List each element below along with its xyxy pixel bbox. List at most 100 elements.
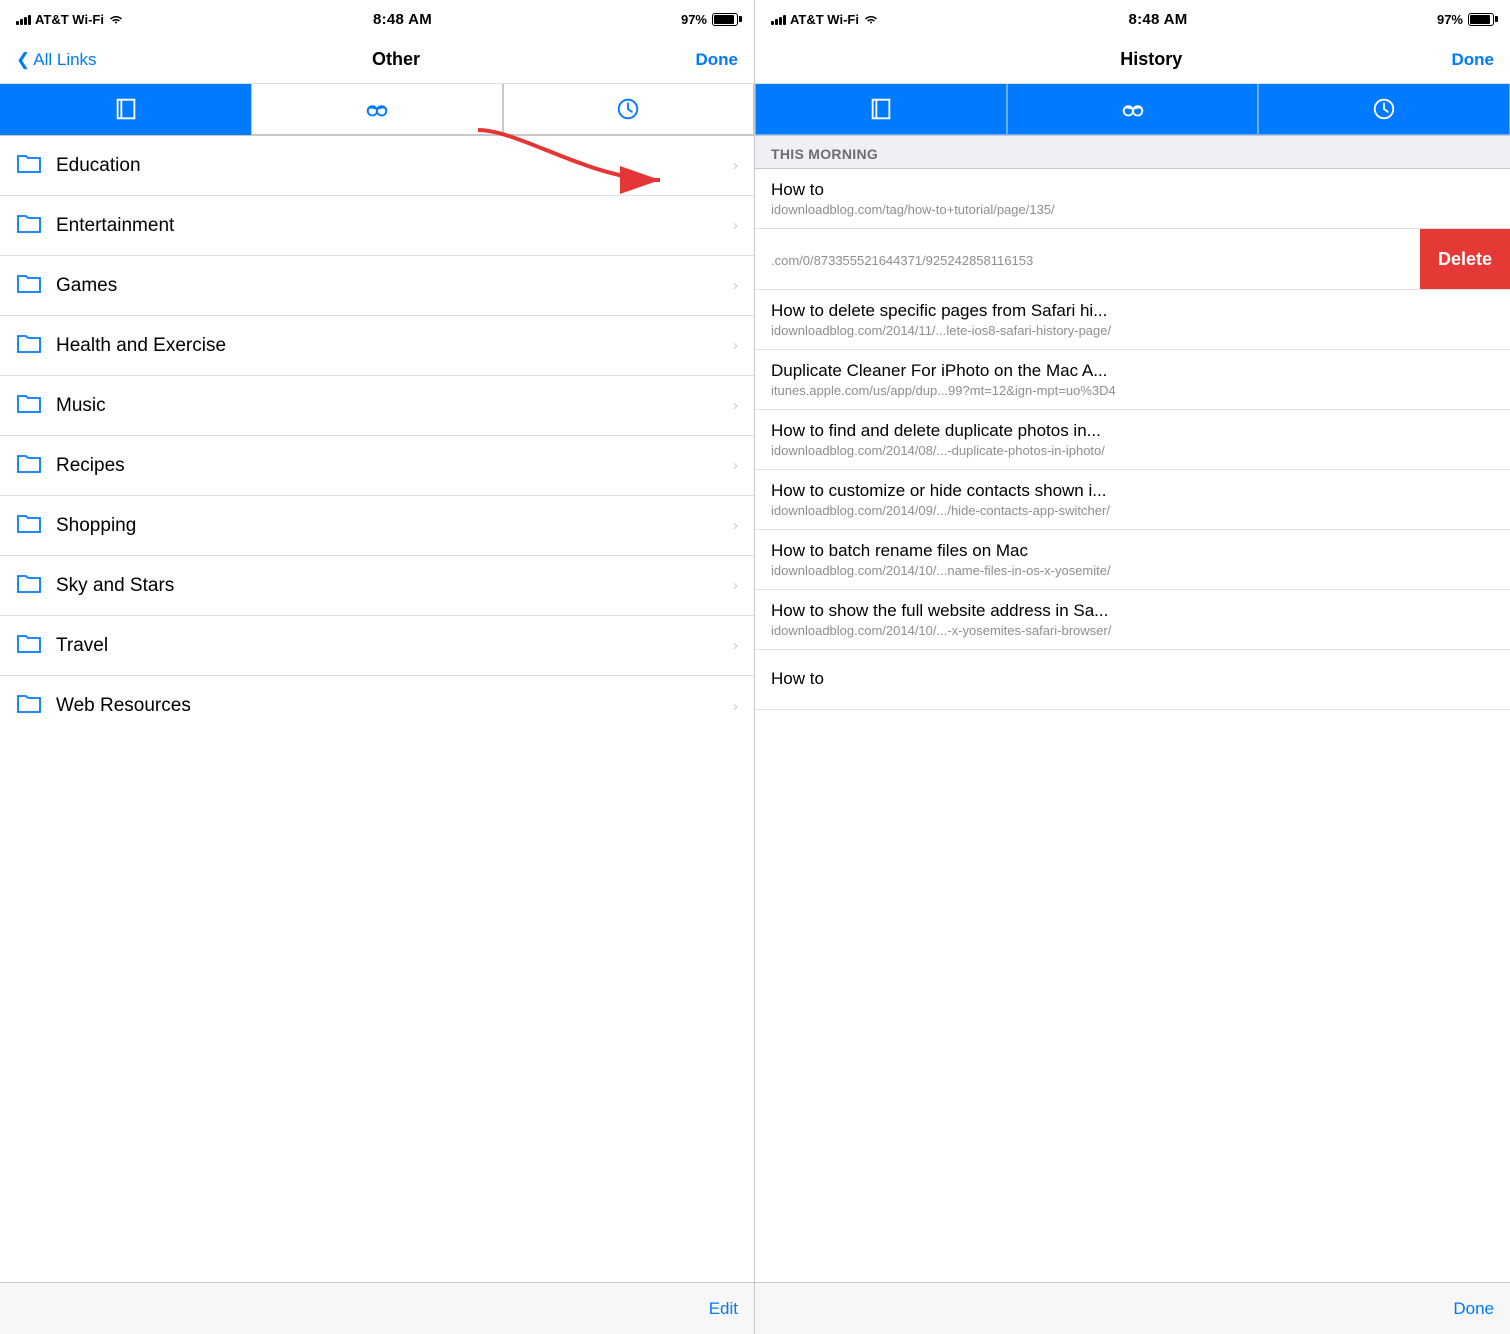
history-title: How to find and delete duplicate photos … — [771, 421, 1494, 441]
history-url: idownloadblog.com/2014/10/...-x-yosemite… — [771, 623, 1494, 638]
right-done-bottom-button[interactable]: Done — [1453, 1299, 1494, 1319]
history-item[interactable]: How to delete specific pages from Safari… — [755, 290, 1510, 350]
right-time: 8:48 AM — [1128, 11, 1187, 28]
wifi-icon — [108, 13, 124, 25]
folder-icon — [16, 572, 42, 600]
history-item[interactable]: .com/0/873355521644371/925242858116153 — [755, 229, 1420, 289]
folder-icon — [16, 512, 42, 540]
history-url: itunes.apple.com/us/app/dup...99?mt=12&i… — [771, 383, 1494, 398]
folder-item[interactable]: Health and Exercise › — [0, 316, 754, 376]
folder-label: Health and Exercise — [56, 335, 733, 357]
chevron-icon: › — [733, 277, 738, 294]
right-clock-icon — [1371, 96, 1397, 122]
edit-button[interactable]: Edit — [709, 1299, 738, 1319]
book-icon — [113, 96, 139, 122]
chevron-icon: › — [733, 157, 738, 174]
folder-icon — [16, 152, 42, 180]
folder-icon — [16, 452, 42, 480]
right-status-bar: AT&T Wi-Fi 8:48 AM 97% — [755, 0, 1510, 36]
folders-list: Education › Entertainment › Games › Heal… — [0, 136, 754, 1282]
history-title: How to delete specific pages from Safari… — [771, 301, 1494, 321]
right-signal-bars — [771, 13, 786, 25]
history-title: How to — [771, 669, 1494, 689]
folder-label: Sky and Stars — [56, 575, 733, 597]
history-title: Duplicate Cleaner For iPhoto on the Mac … — [771, 361, 1494, 381]
history-item[interactable]: How to show the full website address in … — [755, 590, 1510, 650]
right-book-icon — [868, 96, 894, 122]
folder-icon — [16, 392, 42, 420]
history-title: How to show the full website address in … — [771, 601, 1494, 621]
left-time: 8:48 AM — [373, 11, 432, 28]
folder-icon — [16, 212, 42, 240]
history-url: idownloadblog.com/2014/08/...-duplicate-… — [771, 443, 1494, 458]
right-tab-reading[interactable] — [1007, 84, 1259, 135]
history-item-swiped-wrapper: .com/0/873355521644371/925242858116153 D… — [755, 229, 1510, 290]
chevron-icon: › — [733, 397, 738, 414]
folder-label: Education — [56, 155, 733, 177]
history-item[interactable]: Duplicate Cleaner For iPhoto on the Mac … — [755, 350, 1510, 410]
folder-icon — [16, 332, 42, 360]
right-battery-icon — [1468, 13, 1494, 26]
right-nav-title: History — [1120, 49, 1182, 70]
history-title: How to — [771, 180, 1494, 200]
folder-icon — [16, 272, 42, 300]
history-item[interactable]: How to — [755, 650, 1510, 710]
folder-label: Games — [56, 275, 733, 297]
right-tab-history[interactable] — [1258, 84, 1510, 135]
folder-item[interactable]: Music › — [0, 376, 754, 436]
delete-button[interactable]: Delete — [1420, 229, 1510, 289]
right-done-button[interactable]: Done — [1451, 50, 1494, 70]
history-list: This Morning How to idownloadblog.com/ta… — [755, 136, 1510, 1282]
right-bottom-bar: Done — [755, 1282, 1510, 1334]
left-tab-bar — [0, 84, 754, 136]
history-item[interactable]: How to find and delete duplicate photos … — [755, 410, 1510, 470]
history-item[interactable]: How to idownloadblog.com/tag/how-to+tuto… — [755, 169, 1510, 229]
right-tab-bookmarks[interactable] — [755, 84, 1007, 135]
right-glasses-icon — [1120, 96, 1146, 122]
history-url: idownloadblog.com/2014/11/...lete-ios8-s… — [771, 323, 1494, 338]
back-button[interactable]: ❮ All Links — [16, 50, 97, 70]
folder-label: Entertainment — [56, 215, 733, 237]
chevron-icon: › — [733, 457, 738, 474]
folder-label: Music — [56, 395, 733, 417]
left-tab-bookmarks[interactable] — [0, 84, 251, 135]
folder-label: Web Resources — [56, 695, 733, 717]
folder-item[interactable]: Shopping › — [0, 496, 754, 556]
right-panel: AT&T Wi-Fi 8:48 AM 97% History Done — [755, 0, 1510, 1334]
history-item[interactable]: How to customize or hide contacts shown … — [755, 470, 1510, 530]
signal-bars — [16, 13, 31, 25]
history-url: idownloadblog.com/2014/09/.../hide-conta… — [771, 503, 1494, 518]
right-wifi-icon — [863, 13, 879, 25]
glasses-icon — [364, 96, 390, 122]
left-battery-area: 97% — [681, 12, 738, 27]
history-url: idownloadblog.com/tag/how-to+tutorial/pa… — [771, 202, 1494, 217]
left-tab-reading[interactable] — [251, 84, 502, 135]
chevron-icon: › — [733, 517, 738, 534]
history-section-header: This Morning — [755, 136, 1510, 169]
right-carrier: AT&T Wi-Fi — [771, 12, 879, 27]
folder-label: Shopping — [56, 515, 733, 537]
left-tab-history[interactable] — [503, 84, 754, 135]
folder-item[interactable]: Entertainment › — [0, 196, 754, 256]
folder-item[interactable]: Sky and Stars › — [0, 556, 754, 616]
folder-item[interactable]: Web Resources › — [0, 676, 754, 736]
right-nav-bar: History Done — [755, 36, 1510, 84]
history-url: .com/0/873355521644371/925242858116153 — [771, 253, 1404, 268]
chevron-icon: › — [733, 637, 738, 654]
right-tab-bar — [755, 84, 1510, 136]
left-carrier: AT&T Wi-Fi — [16, 12, 124, 27]
left-done-button[interactable]: Done — [695, 50, 738, 70]
history-url: idownloadblog.com/2014/10/...name-files-… — [771, 563, 1494, 578]
folder-icon — [16, 692, 42, 720]
folder-item[interactable]: Recipes › — [0, 436, 754, 496]
left-bottom-bar: Edit — [0, 1282, 754, 1334]
folder-label: Travel — [56, 635, 733, 657]
history-item[interactable]: How to batch rename files on Mac idownlo… — [755, 530, 1510, 590]
folder-item[interactable]: Education › — [0, 136, 754, 196]
battery-icon — [712, 13, 738, 26]
folder-item[interactable]: Games › — [0, 256, 754, 316]
chevron-icon: › — [733, 698, 738, 715]
left-nav-bar: ❮ All Links Other Done — [0, 36, 754, 84]
folder-item[interactable]: Travel › — [0, 616, 754, 676]
folder-label: Recipes — [56, 455, 733, 477]
